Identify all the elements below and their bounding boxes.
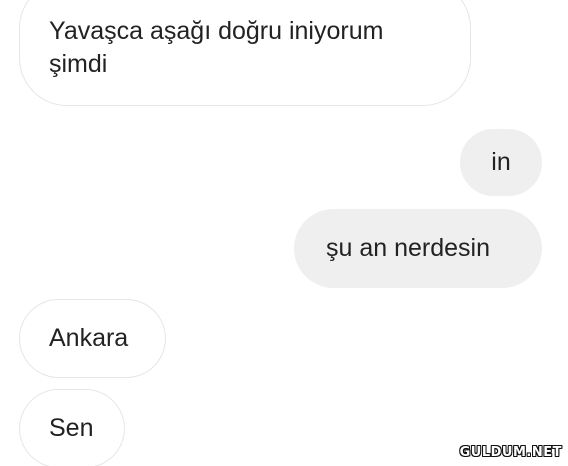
- message-text: Yavaşca aşağı doğru iniyorum şimdi: [49, 17, 384, 78]
- message-bubble-incoming[interactable]: Ankara: [19, 299, 166, 378]
- message-bubble-outgoing[interactable]: in: [460, 129, 542, 196]
- message-text: Sen: [49, 414, 94, 442]
- message-bubble-incoming[interactable]: Yavaşca aşağı doğru iniyorum şimdi: [19, 0, 471, 106]
- message-text: şu an nerdesin: [326, 234, 491, 262]
- chat-thread: Yavaşca aşağı doğru iniyorum şimdi in şu…: [0, 0, 568, 466]
- message-text: in: [491, 148, 511, 176]
- message-bubble-outgoing[interactable]: şu an nerdesin: [294, 209, 542, 288]
- message-text: Ankara: [49, 324, 129, 352]
- watermark-logo: GULDUM.NET: [459, 445, 562, 460]
- message-bubble-incoming[interactable]: Sen: [19, 389, 125, 466]
